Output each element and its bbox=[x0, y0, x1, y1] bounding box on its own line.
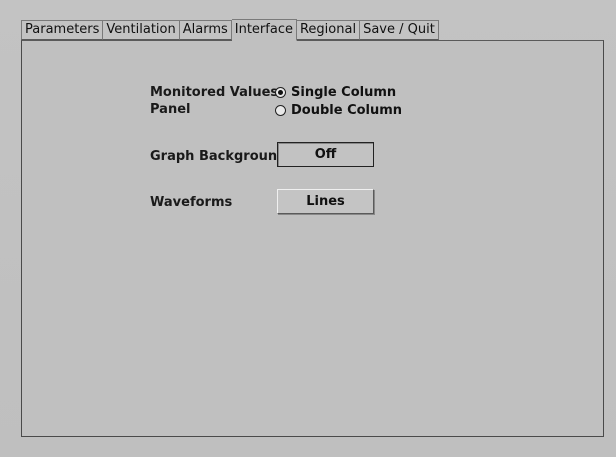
monitored-values-label: Monitored Values Panel bbox=[150, 84, 278, 118]
tab-parameters[interactable]: Parameters bbox=[21, 20, 104, 40]
graph-background-label: Graph Background bbox=[150, 149, 287, 164]
tab-ventilation[interactable]: Ventilation bbox=[103, 20, 180, 40]
tab-interface[interactable]: Interface bbox=[231, 19, 297, 41]
waveforms-button[interactable]: Lines bbox=[277, 189, 374, 214]
tab-alarms[interactable]: Alarms bbox=[179, 20, 232, 40]
radio-unchecked-icon[interactable] bbox=[275, 105, 286, 116]
monitored-values-label-line1: Monitored Values bbox=[150, 85, 279, 100]
radio-checked-icon[interactable] bbox=[275, 87, 286, 98]
waveforms-label: Waveforms bbox=[150, 195, 233, 210]
screen: Parameters Ventilation Alarms Interface … bbox=[0, 0, 616, 457]
single-column-option[interactable]: Single Column bbox=[275, 84, 396, 101]
tab-regional[interactable]: Regional bbox=[296, 20, 361, 40]
tab-bar: Parameters Ventilation Alarms Interface … bbox=[21, 19, 439, 41]
interface-panel: Monitored Values Panel Single Column Dou… bbox=[21, 40, 604, 437]
graph-background-button[interactable]: Off bbox=[277, 142, 374, 167]
single-column-label: Single Column bbox=[291, 85, 397, 100]
monitored-values-label-line2: Panel bbox=[150, 102, 191, 117]
double-column-option[interactable]: Double Column bbox=[275, 102, 402, 119]
tab-save-quit[interactable]: Save / Quit bbox=[360, 20, 439, 40]
double-column-label: Double Column bbox=[291, 103, 403, 118]
